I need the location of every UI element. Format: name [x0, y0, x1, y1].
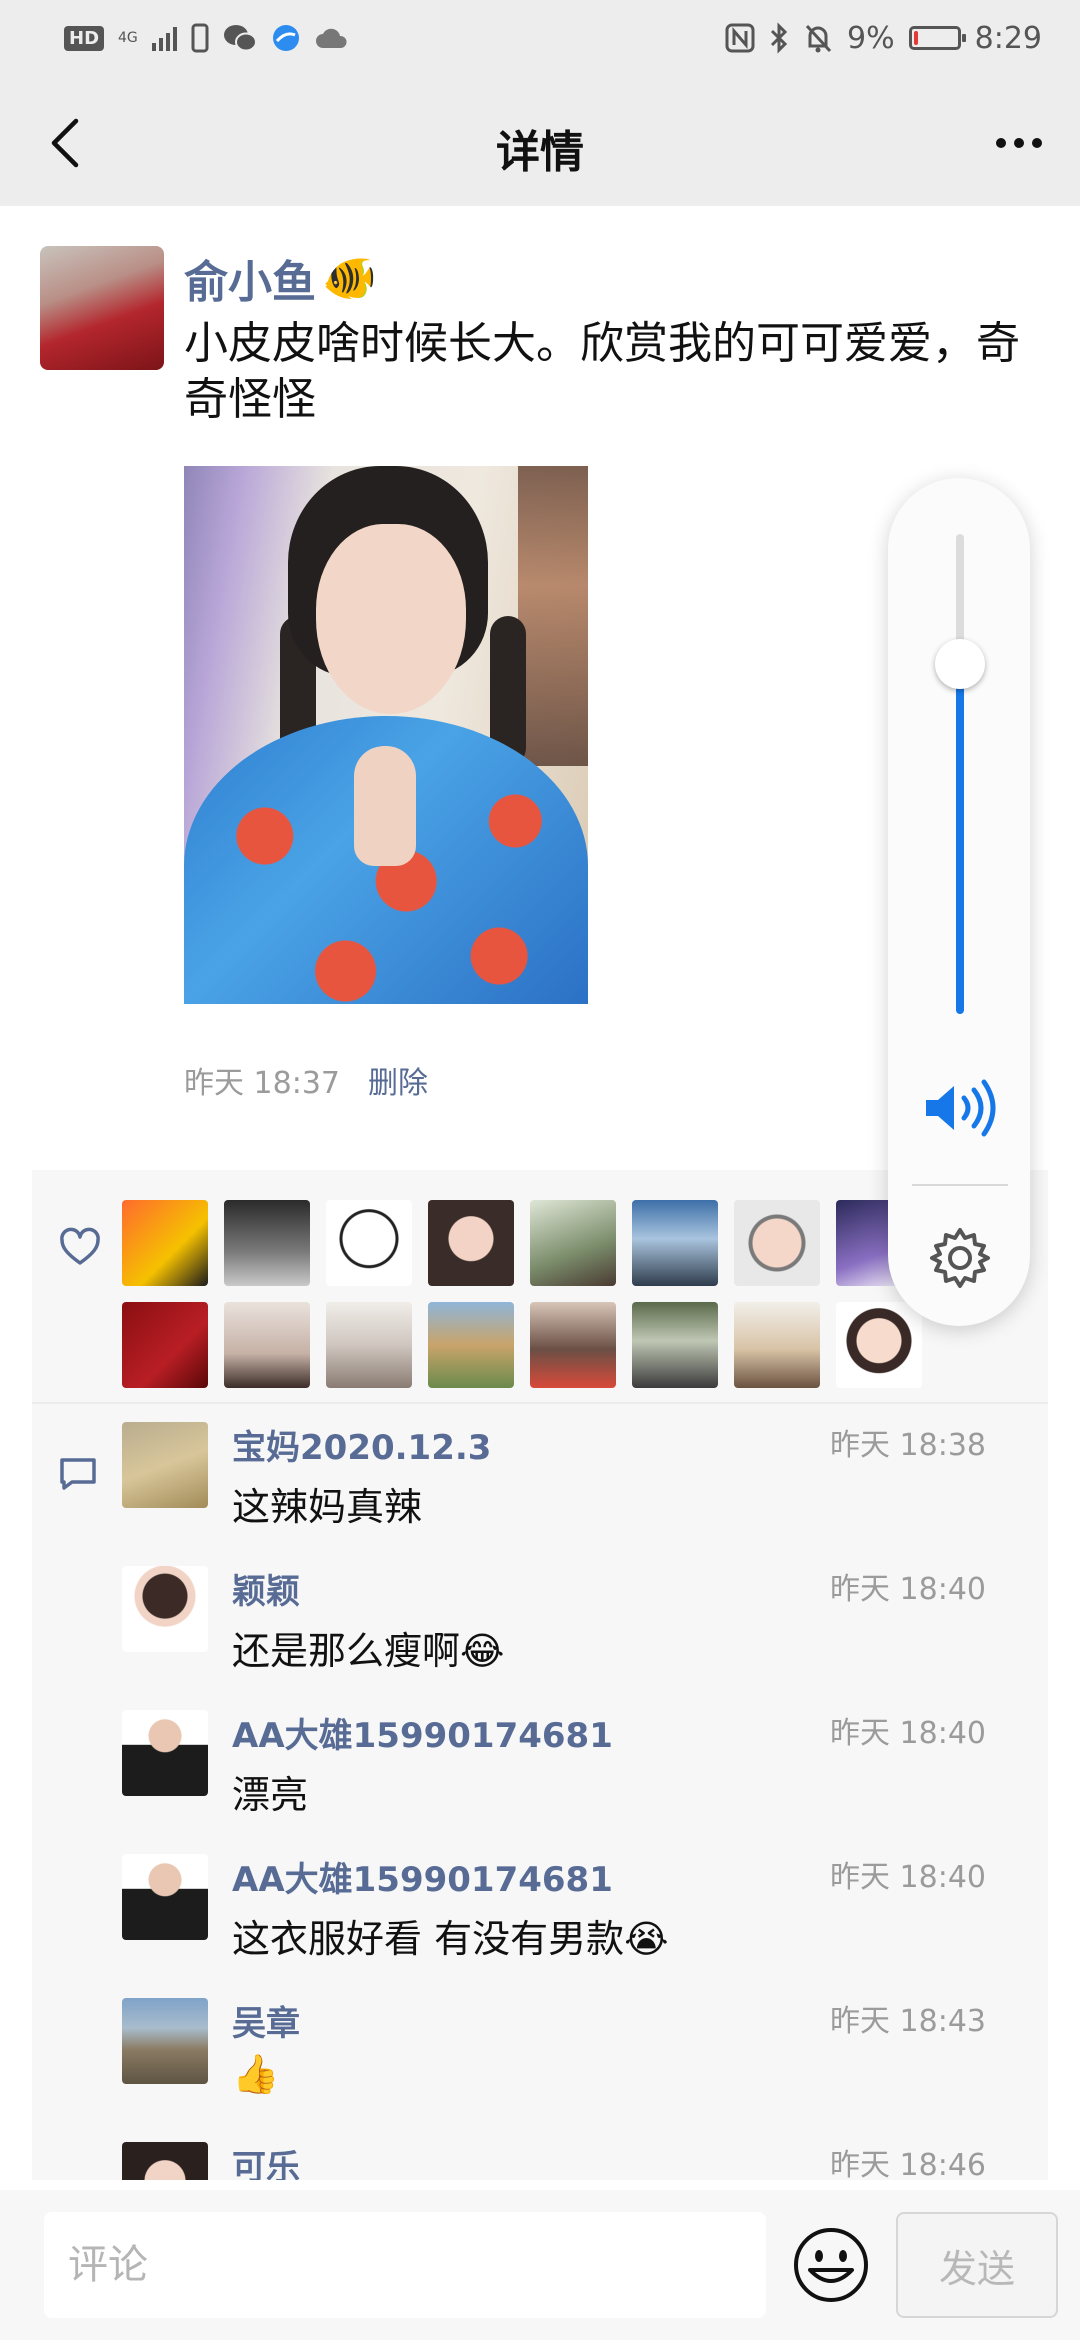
heart-icon: [60, 1227, 100, 1265]
commenter-name[interactable]: AA大雄15990174681: [232, 1852, 613, 1901]
liker-avatar[interactable]: [428, 1302, 514, 1388]
liker-avatar[interactable]: [632, 1200, 718, 1286]
author-name[interactable]: 俞小鱼 🐠: [184, 246, 377, 310]
photo-shelf: [518, 466, 588, 766]
page-title: 详情: [496, 127, 584, 178]
volume-fill: [956, 664, 964, 1014]
liker-avatar[interactable]: [326, 1302, 412, 1388]
liker-avatar[interactable]: [836, 1302, 922, 1388]
comment-text: 这衣服好看 有没有男款😭: [232, 1917, 669, 1961]
post-text: 小皮皮啥时候长大。欣赏我的可可爱爱，奇奇怪怪: [184, 318, 1020, 425]
comment-item[interactable]: 颖颖 昨天 18:40 还是那么瘦啊😂: [122, 1548, 1042, 1692]
commenter-name[interactable]: AA大雄15990174681: [232, 1708, 613, 1757]
liker-avatar[interactable]: [530, 1302, 616, 1388]
commenter-name[interactable]: 颖颖: [232, 1564, 300, 1613]
post-photo[interactable]: [184, 466, 588, 1004]
commenter-name[interactable]: 吴章: [232, 1996, 300, 2045]
liker-avatar[interactable]: [428, 1200, 514, 1286]
comment-item[interactable]: AA大雄15990174681 昨天 18:40 漂亮: [122, 1692, 1042, 1836]
liker-avatar[interactable]: [224, 1200, 310, 1286]
commenter-name[interactable]: 可乐: [232, 2140, 300, 2180]
comment-time: 昨天 18:40: [830, 1572, 986, 1607]
bluetooth-icon: [770, 22, 788, 54]
author-name-text: 俞小鱼: [184, 257, 316, 308]
more-button[interactable]: [984, 108, 1054, 178]
comment-time: 昨天 18:43: [830, 2004, 986, 2039]
emoji-icon[interactable]: [792, 2226, 870, 2304]
photo-face: [316, 524, 466, 714]
more-dot: [1032, 138, 1042, 148]
comment-time: 昨天 18:40: [830, 1716, 986, 1751]
comment-text: 这辣妈真辣: [232, 1485, 423, 1529]
comment-input-bar: 发送: [0, 2190, 1080, 2340]
delete-link[interactable]: 删除: [368, 1058, 428, 1102]
hd-badge: HD: [64, 25, 105, 51]
comment-text: 还是那么瘦啊😂: [232, 1629, 505, 1673]
mute-bell-icon: [805, 24, 832, 53]
liker-avatar[interactable]: [632, 1302, 718, 1388]
comment-text: 漂亮: [232, 1773, 309, 1817]
liker-avatar[interactable]: [530, 1200, 616, 1286]
comment-item[interactable]: AA大雄15990174681 昨天 18:40 这衣服好看 有没有男款😭: [122, 1836, 1042, 1980]
battery-percent: 9%: [847, 20, 895, 56]
browser-icon: [272, 25, 299, 51]
cloud-icon: [315, 28, 347, 48]
battery-level: [913, 31, 918, 45]
signal-icon: [151, 25, 177, 51]
network-type: 4G: [118, 30, 138, 46]
liker-avatar[interactable]: [326, 1200, 412, 1286]
comment-time: 昨天 18:46: [830, 2148, 986, 2180]
comment-input[interactable]: [44, 2212, 766, 2318]
clock: 8:29: [974, 20, 1042, 56]
status-right-icons: 9% 8:29: [725, 18, 1042, 58]
comment-item[interactable]: 宝妈2020.12.3 昨天 18:38 这辣妈真辣: [122, 1404, 1042, 1548]
commenter-avatar[interactable]: [122, 1998, 208, 2084]
post-time: 昨天 18:37: [184, 1066, 340, 1101]
battery-icon: [908, 26, 966, 50]
phone-icon: [191, 23, 209, 53]
comment-item[interactable]: 吴章 昨天 18:43 👍: [122, 1980, 1042, 2124]
speaker-icon[interactable]: [922, 1078, 998, 1138]
commenter-avatar[interactable]: [122, 1422, 208, 1508]
commenter-avatar[interactable]: [122, 2142, 208, 2180]
fish-emoji: 🐠: [322, 253, 377, 304]
divider: [912, 1184, 1008, 1186]
volume-slider[interactable]: [956, 534, 964, 1014]
more-dot: [1014, 138, 1024, 148]
commenter-avatar[interactable]: [122, 1566, 208, 1652]
nav-bar: 详情: [0, 80, 1080, 206]
photo-hand: [354, 746, 416, 866]
send-button[interactable]: 发送: [896, 2212, 1058, 2318]
author-avatar[interactable]: [40, 246, 164, 370]
gear-icon[interactable]: [928, 1226, 992, 1290]
nfc-icon: [725, 23, 755, 53]
comment-icon: [60, 1458, 96, 1490]
status-left-icons: HD 4G: [64, 18, 349, 58]
volume-knob[interactable]: [935, 639, 985, 689]
commenter-avatar[interactable]: [122, 1854, 208, 1940]
liker-avatar[interactable]: [122, 1200, 208, 1286]
commenter-name[interactable]: 宝妈2020.12.3: [232, 1420, 491, 1469]
commenter-avatar[interactable]: [122, 1710, 208, 1796]
interaction-box: 宝妈2020.12.3 昨天 18:38 这辣妈真辣 颖颖 昨天 18:40 还…: [32, 1170, 1048, 2180]
volume-panel: [888, 478, 1030, 1326]
liker-avatar[interactable]: [734, 1302, 820, 1388]
post-meta: 昨天 18:37 删除: [184, 1058, 428, 1102]
comment-time: 昨天 18:40: [830, 1860, 986, 1895]
wechat-icon: [223, 25, 257, 52]
status-bar: HD 4G 9% 8:29: [0, 0, 1080, 80]
liker-avatar[interactable]: [734, 1200, 820, 1286]
comment-time: 昨天 18:38: [830, 1428, 986, 1463]
more-dots-icon: [996, 138, 1006, 148]
comment-text: 👍: [232, 2052, 280, 2096]
liker-avatar[interactable]: [122, 1302, 208, 1388]
comment-item[interactable]: 可乐 昨天 18:46: [122, 2124, 1042, 2180]
comments-area: 宝妈2020.12.3 昨天 18:38 这辣妈真辣 颖颖 昨天 18:40 还…: [32, 1404, 1048, 2180]
liker-avatar[interactable]: [224, 1302, 310, 1388]
